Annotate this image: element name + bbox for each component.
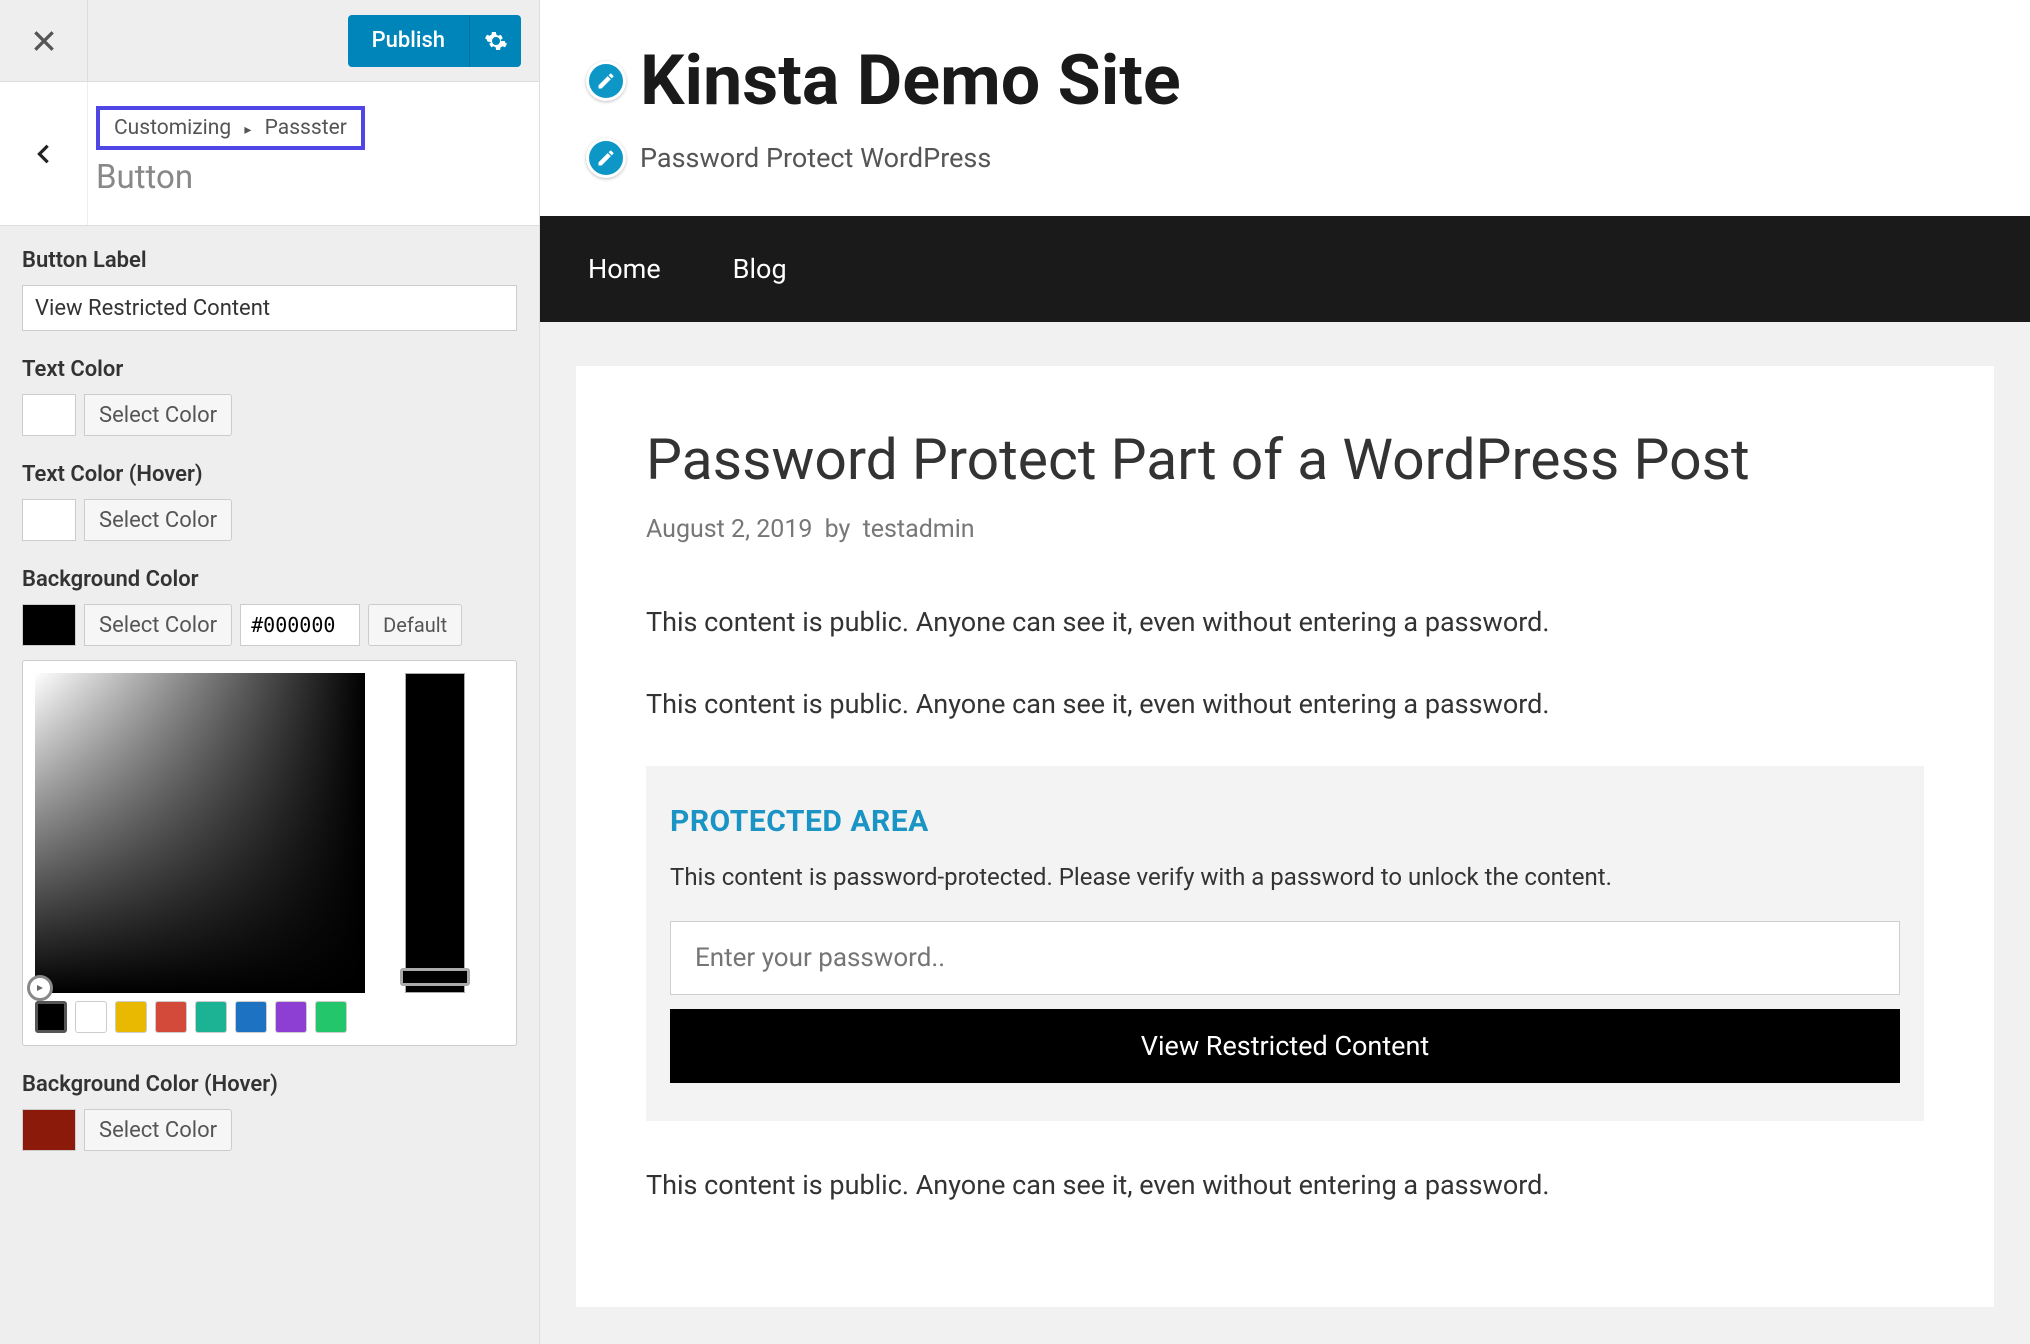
site-title[interactable]: Kinsta Demo Site bbox=[640, 40, 1181, 122]
field-text-color: Text Color Select Color bbox=[22, 357, 517, 436]
select-text-color-button[interactable]: Select Color bbox=[84, 394, 232, 436]
preset-swatch[interactable] bbox=[75, 1001, 107, 1033]
customizer-body: Button Label Text Color Select Color Tex… bbox=[0, 226, 539, 1344]
protected-area: PROTECTED AREA This content is password-… bbox=[646, 766, 1924, 1121]
select-background-color-button[interactable]: Select Color bbox=[84, 604, 232, 646]
customizer-topbar: Publish bbox=[0, 0, 539, 82]
post-date: August 2, 2019 bbox=[646, 515, 812, 544]
back-button[interactable] bbox=[0, 82, 88, 225]
panel-title: Button bbox=[96, 158, 519, 197]
label-background-color-hover: Background Color (Hover) bbox=[22, 1072, 517, 1097]
label-background-color: Background Color bbox=[22, 567, 517, 592]
field-background-color-hover: Background Color (Hover) Select Color bbox=[22, 1072, 517, 1151]
view-restricted-content-button[interactable]: View Restricted Content bbox=[670, 1009, 1900, 1083]
preset-swatch[interactable] bbox=[115, 1001, 147, 1033]
picker-handle-icon bbox=[35, 983, 45, 993]
protected-message: This content is password-protected. Plea… bbox=[670, 863, 1900, 891]
pencil-icon bbox=[596, 148, 616, 168]
color-picker bbox=[22, 660, 517, 1046]
protected-heading: PROTECTED AREA bbox=[670, 804, 1900, 839]
preset-swatch[interactable] bbox=[315, 1001, 347, 1033]
default-background-color-button[interactable]: Default bbox=[368, 604, 462, 646]
swatch-text-color[interactable] bbox=[22, 394, 76, 436]
publish-button[interactable]: Publish bbox=[348, 15, 469, 67]
color-picker-saturation[interactable] bbox=[35, 673, 365, 993]
edit-site-tagline-button[interactable] bbox=[586, 138, 626, 178]
gear-icon bbox=[484, 29, 508, 53]
chevron-left-icon bbox=[33, 136, 55, 172]
preview-pane: Kinsta Demo Site Password Protect WordPr… bbox=[540, 0, 2030, 1344]
preset-swatch[interactable] bbox=[155, 1001, 187, 1033]
preset-swatch[interactable] bbox=[35, 1001, 67, 1033]
site-tagline: Password Protect WordPress bbox=[640, 142, 991, 174]
customizer-header: Customizing ▸ Passster Button bbox=[0, 82, 539, 226]
field-background-color: Background Color Select Color Default bbox=[22, 567, 517, 1046]
post-paragraph: This content is public. Anyone can see i… bbox=[646, 1165, 1924, 1207]
color-picker-handle[interactable] bbox=[27, 975, 53, 1001]
breadcrumb-section: Passster bbox=[265, 116, 347, 140]
preset-swatch[interactable] bbox=[195, 1001, 227, 1033]
breadcrumb-root: Customizing bbox=[114, 116, 231, 140]
pencil-icon bbox=[596, 71, 616, 91]
breadcrumb-highlight: Customizing ▸ Passster bbox=[96, 106, 365, 150]
breadcrumb: Customizing ▸ Passster bbox=[114, 116, 347, 140]
select-text-color-hover-button[interactable]: Select Color bbox=[84, 499, 232, 541]
label-button-label: Button Label bbox=[22, 248, 517, 273]
hex-background-color[interactable] bbox=[240, 604, 360, 646]
password-input[interactable] bbox=[670, 921, 1900, 995]
customizer-panel: Publish Customizing ▸ Passster Button Bu… bbox=[0, 0, 540, 1344]
site-nav: Home Blog bbox=[540, 216, 2030, 322]
preset-swatch[interactable] bbox=[235, 1001, 267, 1033]
nav-item-blog[interactable]: Blog bbox=[733, 253, 787, 285]
post-paragraph: This content is public. Anyone can see i… bbox=[646, 684, 1924, 726]
post-meta: August 2, 2019 by testadmin bbox=[646, 515, 1924, 544]
publish-settings-button[interactable] bbox=[469, 15, 521, 67]
close-customizer-button[interactable] bbox=[0, 0, 88, 82]
post-author[interactable]: testadmin bbox=[863, 515, 975, 544]
swatch-background-color-hover[interactable] bbox=[22, 1109, 76, 1151]
preset-swatch[interactable] bbox=[275, 1001, 307, 1033]
site-header: Kinsta Demo Site Password Protect WordPr… bbox=[540, 0, 2030, 216]
hue-strip-handle[interactable] bbox=[400, 968, 470, 986]
post: Password Protect Part of a WordPress Pos… bbox=[576, 366, 1994, 1307]
nav-item-home[interactable]: Home bbox=[588, 253, 661, 285]
color-picker-presets bbox=[35, 1001, 365, 1033]
edit-site-title-button[interactable] bbox=[586, 61, 626, 101]
swatch-background-color[interactable] bbox=[22, 604, 76, 646]
post-title: Password Protect Part of a WordPress Pos… bbox=[646, 426, 1924, 493]
breadcrumb-separator: ▸ bbox=[244, 122, 251, 138]
post-paragraph: This content is public. Anyone can see i… bbox=[646, 602, 1924, 644]
field-button-label: Button Label bbox=[22, 248, 517, 331]
post-by-label: by bbox=[825, 515, 851, 544]
select-background-color-hover-button[interactable]: Select Color bbox=[84, 1109, 232, 1151]
input-button-label[interactable] bbox=[22, 285, 517, 331]
field-text-color-hover: Text Color (Hover) Select Color bbox=[22, 462, 517, 541]
label-text-color-hover: Text Color (Hover) bbox=[22, 462, 517, 487]
color-picker-hue-strip[interactable] bbox=[405, 673, 465, 993]
label-text-color: Text Color bbox=[22, 357, 517, 382]
close-icon bbox=[31, 28, 57, 54]
swatch-text-color-hover[interactable] bbox=[22, 499, 76, 541]
